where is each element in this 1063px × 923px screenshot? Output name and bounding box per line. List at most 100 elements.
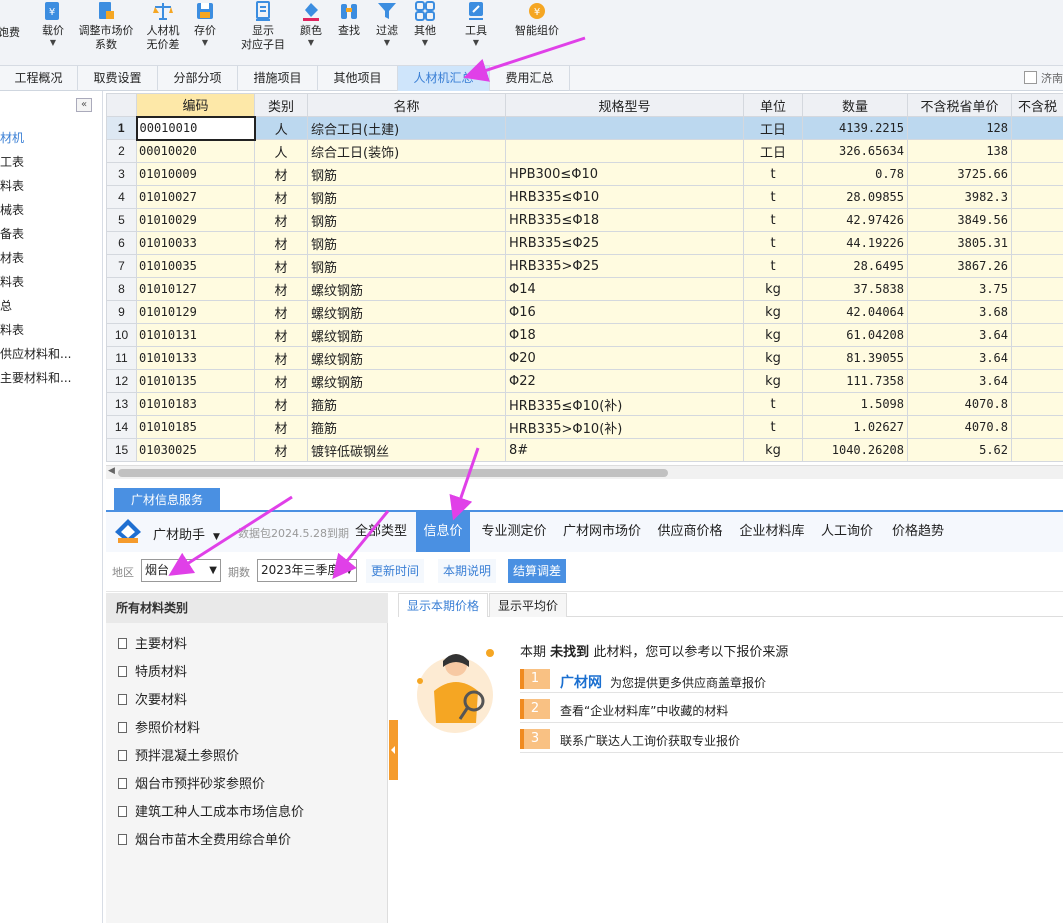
save-price-button[interactable]: 存价 ▼ <box>190 0 220 48</box>
table-row[interactable]: 7 01010035 材钢筋 HRB335>Φ25 t 28.6495 3867.26 <box>106 254 1063 278</box>
settle-adjust-button[interactable]: 结算调差 <box>508 559 567 583</box>
cell-unit[interactable]: t <box>743 185 803 209</box>
cell-price[interactable]: 3.68 <box>907 300 1012 324</box>
header-price[interactable]: 不含税省单价 <box>907 93 1012 117</box>
header-name[interactable]: 名称 <box>307 93 506 117</box>
header-code[interactable]: 编码 <box>136 93 255 117</box>
header-spec[interactable]: 规格型号 <box>505 93 744 117</box>
cell-price[interactable]: 3725.66 <box>907 162 1012 186</box>
table-row[interactable]: 12 01010135 材螺纹钢筋 Φ22 kg 111.7358 3.64 <box>106 369 1063 393</box>
table-row[interactable]: 2 00010020 人综合工日(装饰) 工日 326.65634 138 <box>106 139 1063 163</box>
cell-price[interactable]: 3849.56 <box>907 208 1012 232</box>
cell-price[interactable]: 3.64 <box>907 369 1012 393</box>
tab-sub-items[interactable]: 分部分项 <box>158 66 238 91</box>
cell-qty[interactable]: 37.5838 <box>802 277 908 301</box>
cell-empty[interactable] <box>1011 415 1063 439</box>
cell-type[interactable]: 人 <box>254 139 308 163</box>
category-item[interactable]: 建筑工种人工成本市场信息价 <box>118 801 304 820</box>
update-time-button[interactable]: 更新时间 <box>366 559 425 583</box>
collapse-button[interactable]: « <box>76 98 92 112</box>
table-row[interactable]: 1 00010010 人综合工日(土建) 工日 4139.2215 128 <box>106 115 1063 141</box>
nav-professional-price[interactable]: 专业测定价 <box>474 512 554 552</box>
cell-unit[interactable]: kg <box>743 346 803 370</box>
cell-spec[interactable]: HPB300≤Φ10 <box>505 162 744 186</box>
tab-current-price[interactable]: 显示本期价格 <box>398 593 489 617</box>
cell-spec[interactable]: Φ16 <box>505 300 744 324</box>
cell-empty[interactable] <box>1011 438 1063 462</box>
cell-unit[interactable]: kg <box>743 323 803 347</box>
tree-item[interactable]: 备表 <box>0 225 24 242</box>
cell-name[interactable]: 螺纹钢筋 <box>307 369 506 393</box>
cell-code[interactable]: 01010035 <box>136 254 255 278</box>
tree-item[interactable]: 料表 <box>0 177 24 194</box>
cell-type[interactable]: 材 <box>254 162 308 186</box>
option-labor-inquiry[interactable]: 3 联系广联达人工询价获取专业报价 <box>520 725 1063 753</box>
smart-price-button[interactable]: ¥ 智能组价 <box>510 0 564 38</box>
cell-qty[interactable]: 42.97426 <box>802 208 908 232</box>
nav-enterprise-library[interactable]: 企业材料库 <box>734 512 810 552</box>
header-price-excl[interactable]: 不含税 <box>1011 93 1063 117</box>
category-item[interactable]: 主要材料 <box>118 633 187 652</box>
row-number[interactable]: 5 <box>106 208 137 232</box>
cell-empty[interactable] <box>1011 139 1063 163</box>
cell-code[interactable]: 01010185 <box>136 415 255 439</box>
horizontal-scrollbar[interactable]: ◀ <box>106 465 1063 479</box>
table-row[interactable]: 5 01010029 材钢筋 HRB335≤Φ18 t 42.97426 3849.56 <box>106 208 1063 232</box>
cell-price[interactable]: 128 <box>907 116 1012 140</box>
cell-type[interactable]: 材 <box>254 208 308 232</box>
cell-qty[interactable]: 61.04208 <box>802 323 908 347</box>
guangcai-assistant-dropdown[interactable]: 广材助手 ▼ <box>153 524 220 543</box>
row-number[interactable]: 6 <box>106 231 137 255</box>
cell-empty[interactable] <box>1011 323 1063 347</box>
cell-spec[interactable]: HRB335≤Φ10(补) <box>505 392 744 416</box>
cell-type[interactable]: 材 <box>254 300 308 324</box>
cell-type[interactable]: 材 <box>254 346 308 370</box>
cell-code[interactable]: 01010033 <box>136 231 255 255</box>
tree-item[interactable]: 总 <box>0 297 12 314</box>
cell-price[interactable]: 138 <box>907 139 1012 163</box>
cell-price[interactable]: 5.62 <box>907 438 1012 462</box>
cell-price[interactable]: 3.75 <box>907 277 1012 301</box>
checkbox-box[interactable] <box>1024 71 1037 84</box>
category-item[interactable]: 次要材料 <box>118 689 187 708</box>
cell-unit[interactable]: 工日 <box>743 139 803 163</box>
cell-code[interactable]: 00010020 <box>136 139 255 163</box>
table-row[interactable]: 8 01010127 材螺纹钢筋 Φ14 kg 37.5838 3.75 <box>106 277 1063 301</box>
cell-type[interactable]: 人 <box>254 116 308 140</box>
cell-empty[interactable] <box>1011 392 1063 416</box>
nav-market-price[interactable]: 广材网市场价 <box>556 512 648 552</box>
cell-qty[interactable]: 4139.2215 <box>802 116 908 140</box>
cell-type[interactable]: 材 <box>254 231 308 255</box>
nav-all-types[interactable]: 全部类型 <box>346 512 416 552</box>
cell-type[interactable]: 材 <box>254 369 308 393</box>
nav-info-price[interactable]: 信息价 <box>416 512 470 552</box>
tab-project-overview[interactable]: 工程概况 <box>0 66 78 91</box>
filter-button[interactable]: 过滤 ▼ <box>372 0 402 48</box>
cell-type[interactable]: 材 <box>254 415 308 439</box>
cell-empty[interactable] <box>1011 231 1063 255</box>
tab-fee-settings[interactable]: 取费设置 <box>78 66 158 91</box>
tab-fee-summary[interactable]: 费用汇总 <box>490 66 570 91</box>
row-number[interactable]: 7 <box>106 254 137 278</box>
adjust-coefficient-button[interactable]: 调整市场价 系数 <box>74 0 138 52</box>
cell-empty[interactable] <box>1011 116 1063 140</box>
cell-spec[interactable]: Φ20 <box>505 346 744 370</box>
cell-code[interactable]: 01030025 <box>136 438 255 462</box>
cell-empty[interactable] <box>1011 369 1063 393</box>
panel-collapse-handle[interactable] <box>389 720 398 780</box>
tab-average-price[interactable]: 显示平均价 <box>489 593 568 617</box>
cell-unit[interactable]: kg <box>743 300 803 324</box>
cell-qty[interactable]: 44.19226 <box>802 231 908 255</box>
cell-code[interactable]: 00010010 <box>135 115 256 141</box>
scrollbar-thumb[interactable] <box>118 469 668 477</box>
find-button[interactable]: 查找 <box>334 0 364 38</box>
no-diff-button[interactable]: 人材机 无价差 <box>142 0 184 52</box>
cell-spec[interactable]: Φ14 <box>505 277 744 301</box>
cell-code[interactable]: 01010135 <box>136 369 255 393</box>
cell-unit[interactable]: t <box>743 231 803 255</box>
cell-unit[interactable]: t <box>743 208 803 232</box>
cell-qty[interactable]: 28.6495 <box>802 254 908 278</box>
cell-spec[interactable] <box>505 139 744 163</box>
row-number[interactable]: 11 <box>106 346 137 370</box>
cell-price[interactable]: 3867.26 <box>907 254 1012 278</box>
